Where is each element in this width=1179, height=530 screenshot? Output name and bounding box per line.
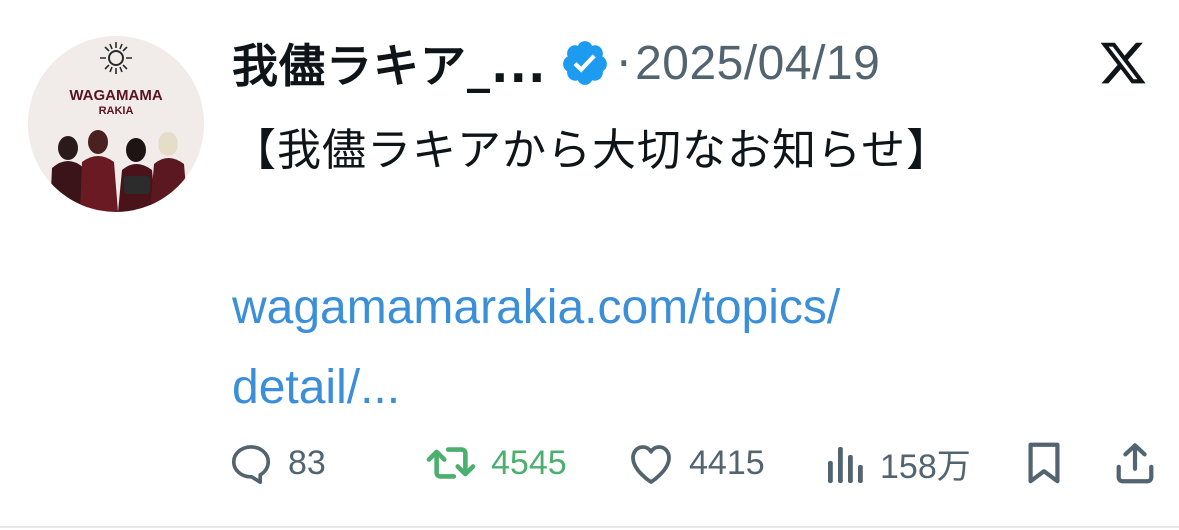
retweet-count: 4545: [491, 443, 567, 482]
views-icon: [826, 441, 866, 485]
avatar-image: WAGAMAMA RAKIA: [28, 36, 204, 212]
views-button[interactable]: 158万: [826, 430, 971, 496]
bottom-divider: [0, 526, 1179, 528]
reply-button[interactable]: 83: [228, 430, 326, 496]
views-count: 158万: [880, 447, 971, 486]
reply-count: 83: [288, 443, 326, 482]
tweet-actions-bar: 83 4545 4415 158万: [0, 430, 1179, 496]
tweet-text: 【我儘ラキアから大切なお知らせ】: [232, 125, 952, 176]
x-logo-icon[interactable]: [1097, 38, 1149, 88]
like-count: 4415: [689, 443, 765, 482]
tweet-card[interactable]: WAGAMAMA RAKIA 我儘ラキア_... · 2025/04/19 【我…: [0, 0, 1179, 530]
display-name[interactable]: 我儘ラキア_...: [232, 30, 546, 96]
bookmark-button[interactable]: [1024, 430, 1064, 496]
avatar-logo-line-1: WAGAMAMA: [69, 87, 162, 104]
like-button[interactable]: 4415: [627, 430, 765, 496]
retweet-icon: [425, 440, 477, 486]
share-button[interactable]: [1112, 430, 1158, 496]
share-icon: [1112, 440, 1158, 486]
verified-badge-icon: [560, 38, 610, 88]
avatar[interactable]: WAGAMAMA RAKIA: [28, 36, 204, 212]
bookmark-icon: [1024, 440, 1064, 486]
tweet-date[interactable]: 2025/04/19: [635, 36, 880, 91]
avatar-logo-line-2: RAKIA: [99, 105, 134, 117]
retweet-button[interactable]: 4545: [425, 430, 567, 496]
tweet-link[interactable]: wagamamarakia.com/topics/ detail/...: [232, 268, 1132, 428]
dot-separator: ·: [616, 36, 632, 90]
tweet-header: 我儘ラキア_... · 2025/04/19: [232, 28, 880, 98]
reply-icon: [228, 440, 274, 486]
heart-icon: [627, 441, 675, 485]
